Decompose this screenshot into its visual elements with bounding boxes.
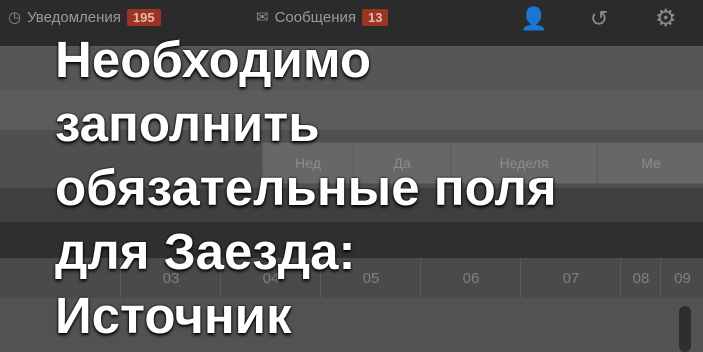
alert-line: Источник — [55, 287, 292, 344]
alert-line: Необходимо — [55, 31, 372, 88]
alert-line: для Заезда: — [55, 223, 356, 280]
alert-line: обязательные поля — [55, 159, 557, 216]
required-fields-alert: Необходимо заполнить обязательные поля д… — [55, 28, 695, 348]
envelope-icon: ✉ — [256, 9, 269, 26]
notifications-label: Уведомления — [27, 8, 121, 26]
notifications-badge: 195 — [126, 8, 161, 26]
messages-label: Сообщения — [274, 8, 356, 26]
alert-line: заполнить — [55, 95, 320, 152]
clock-icon: ◷ — [8, 9, 22, 26]
messages-link[interactable]: ✉ Сообщения 13 — [256, 8, 389, 26]
messages-badge: 13 — [362, 8, 389, 26]
notifications-link[interactable]: ◷ Уведомления 195 — [8, 8, 161, 26]
